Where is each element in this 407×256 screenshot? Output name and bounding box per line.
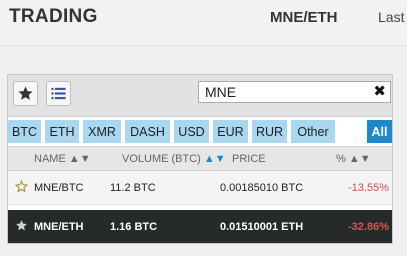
favorites-button[interactable] [13, 81, 38, 106]
column-price[interactable]: PRICE [232, 153, 266, 165]
market-panel: ✖ BTC ETH XMR DASH USD EUR RUR Other All… [7, 74, 393, 244]
filter-eth[interactable]: ETH [45, 120, 79, 143]
filter-other[interactable]: Other [291, 120, 335, 143]
close-icon[interactable]: ✖ [373, 83, 386, 101]
filter-dash[interactable]: DASH [125, 120, 170, 143]
list-icon [51, 87, 66, 100]
column-change[interactable]: % ▲▼ [336, 153, 371, 165]
top-bar: TRADING MNE/ETH Last [0, 0, 407, 46]
table-row-selected[interactable]: MNE/ETH 1.16 BTC 0.01510001 ETH -32.86% [8, 210, 392, 243]
list-view-button[interactable] [46, 81, 71, 106]
column-name[interactable]: NAME ▲▼ [34, 153, 91, 165]
filter-all[interactable]: All [367, 120, 392, 143]
filter-usd[interactable]: USD [174, 120, 209, 143]
filter-btc[interactable]: BTC [8, 120, 41, 143]
pair-price: 0.01510001 ETH [220, 221, 304, 233]
search-box: ✖ [198, 81, 391, 103]
star-icon [18, 86, 33, 100]
column-volume[interactable]: VOLUME (BTC) ▲▼ [122, 153, 226, 165]
star-outline-icon[interactable] [15, 180, 28, 193]
pair-change: -32.86% [348, 221, 389, 233]
star-filled-icon[interactable] [15, 219, 28, 232]
currency-filters: BTC ETH XMR DASH USD EUR RUR Other All [8, 117, 392, 147]
pair-title: MNE/ETH [270, 9, 338, 26]
pair-name: MNE/ETH [34, 221, 84, 233]
pair-volume: 1.16 BTC [110, 221, 158, 233]
pair-name: MNE/BTC [34, 182, 84, 194]
search-input[interactable] [199, 82, 364, 102]
table-header: NAME ▲▼ VOLUME (BTC) ▲▼ PRICE % ▲▼ [8, 147, 392, 171]
pair-volume: 11.2 BTC [110, 182, 156, 194]
page-title: TRADING [9, 6, 98, 27]
pair-change: -13.55% [348, 182, 389, 194]
filter-rur[interactable]: RUR [252, 120, 287, 143]
filter-eur[interactable]: EUR [213, 120, 248, 143]
market-toolbar: ✖ [8, 75, 392, 117]
filter-xmr[interactable]: XMR [83, 120, 121, 143]
pair-price: 0.00185010 BTC [220, 182, 304, 194]
table-row[interactable]: MNE/BTC 11.2 BTC 0.00185010 BTC -13.55% [8, 171, 392, 205]
last-price-label: Last [378, 9, 405, 25]
